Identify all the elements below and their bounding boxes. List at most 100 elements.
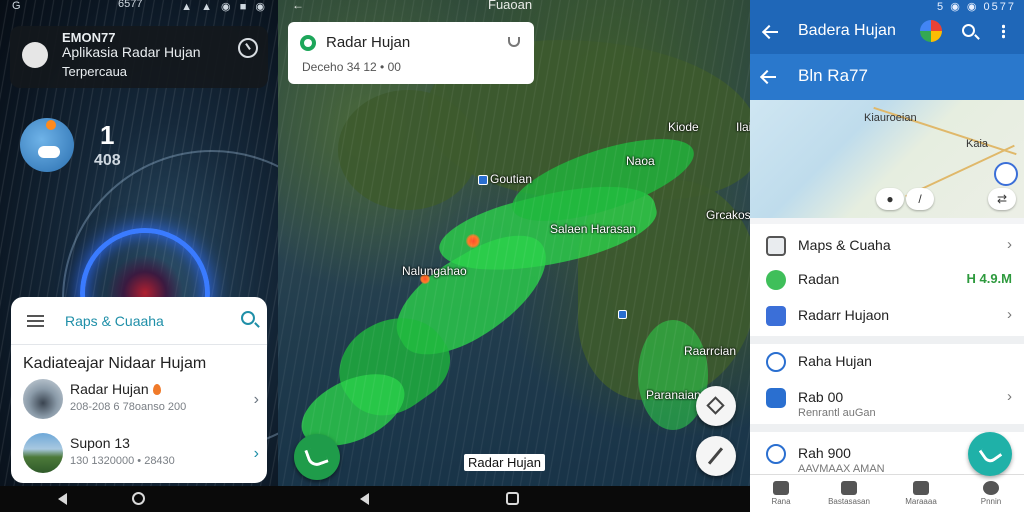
status-icons: ▲ ▲ ◉ ■ ◉ [181,1,268,13]
notification-subtext: Terpercaua [62,64,128,79]
list-item-title: Raha Hujan [798,353,872,369]
list-item-radar[interactable]: Radan H 4.9.M [750,264,1024,298]
rain-icon [766,352,786,372]
location-subtitle: Deceho 34 12 • 00 [302,60,401,74]
list-item-raha[interactable]: Raha Hujan [750,346,1024,380]
card-header: Raps & Cuaaha [11,297,267,345]
photo-icon [766,236,786,256]
divider [750,424,1024,432]
profile-icon [983,481,999,495]
notification-title: EMON77 [62,30,116,45]
mini-map[interactable]: Kiauroeian Kaia ● / ⇄ [750,100,1024,218]
share-fab[interactable] [968,432,1012,476]
more-vert-icon[interactable] [1002,24,1005,39]
map-label: Kaia [966,138,989,150]
heart-icon [913,481,929,495]
settings-icon [766,306,786,326]
map-label: Salaen Harasan [550,222,637,236]
app-notification[interactable]: EMON77 Aplikasia Radar Hujan Terpercaua [10,26,268,88]
chevron-right-icon: › [1007,388,1012,405]
radar-icon [766,270,786,290]
status-bar: ← Fuaoan [278,0,750,14]
panel-radar-map: ← Fuaoan Radar Hujan Deceho 34 12 • 00 K… [278,0,750,512]
list-item-rab[interactable]: Rab 00 Renrantl auGan › [750,382,1024,422]
search-icon[interactable] [241,311,255,325]
nav-item-profile[interactable]: Pnnin [962,481,1020,506]
locate-button[interactable] [294,434,340,480]
map-label: Nalungahao [402,264,467,278]
edit-button[interactable]: / [906,188,934,210]
map-label: Goutian [490,172,533,186]
status-center: Fuaoan [488,0,533,12]
location-title: Radar Hujan [326,34,411,51]
chevron-right-icon: › [1007,306,1012,323]
list-item-title: Radan [798,271,840,287]
chevron-right-icon: › [1007,236,1012,253]
search-icon[interactable] [962,24,975,37]
status-left: ← [292,0,304,12]
chevron-right-icon: › [253,391,259,408]
map-icon [841,481,857,495]
list-item-subtitle: Renrantl auGan [798,407,876,419]
app-card: Raps & Cuaaha Kadiateajar Nidaar Hujam R… [11,297,267,483]
list-item[interactable]: Radar Hujan 208-208 6 78oanso 200 › [23,379,259,423]
list-item-value: H 4.9.M [966,271,1012,286]
back-arrow-icon[interactable] [764,31,778,33]
back-icon[interactable] [58,493,67,505]
card-header-title: Raps & Cuaaha [65,313,164,329]
section-title: Kadiateajar Nidaar Hujam [23,355,207,372]
chevron-right-icon: › [253,445,259,462]
screenshot-collage: G 6577 ▲ ▲ ◉ ■ ◉ EMON77 Aplikasia Radar … [0,0,1024,512]
flame-icon [152,384,161,395]
nav-item-maps[interactable]: Bastasasan [820,481,878,506]
home-icon[interactable] [506,492,519,505]
nav-item-home[interactable]: Rana [752,481,810,506]
map-pin [478,175,488,185]
history-icon [766,444,786,464]
cloud-shape [38,146,60,158]
list-item-title: Supon 13 [70,435,130,451]
layers-button[interactable] [696,386,736,426]
list-item-title: Radar Hujan [70,381,161,397]
app-bar: 5 ◉ ◉ 0577 Badera Hujan [750,0,1024,60]
divider [750,336,1024,344]
status-bar: G 6577 ▲ ▲ ◉ ■ ◉ [0,0,278,14]
list-item-subtitle: 208-208 6 78oanso 200 [70,401,187,413]
map-label: Naoa [626,154,655,168]
menu-icon[interactable] [27,315,44,327]
map-label: Paranaian [646,388,701,402]
layers-icon [706,396,725,415]
list-item-maps[interactable]: Maps & Cuaha › [750,230,1024,264]
home-icon[interactable] [132,492,145,505]
list-item-title: Rah 900 [798,445,851,461]
nav-item-favorites[interactable]: Maraaaa [892,481,950,506]
status-icons: 5 ◉ ◉ 0577 [937,1,1016,13]
favorite-icon[interactable] [508,37,520,47]
back-icon[interactable] [360,493,369,505]
location-card[interactable]: Radar Hujan Deceho 34 12 • 00 [288,22,534,84]
app-logo-icon [920,20,942,42]
sub-app-bar-title: Bln Ra77 [798,66,868,85]
draw-button[interactable] [696,436,736,476]
list-item[interactable]: Supon 13 130 1320000 • 28430 › [23,433,259,477]
map-caption: Radar Hujan [464,454,545,471]
panel-home-weather: G 6577 ▲ ▲ ◉ ■ ◉ EMON77 Aplikasia Radar … [0,0,278,512]
weather-app-icon[interactable] [20,118,74,172]
sun-icon [46,120,56,130]
walk-button[interactable]: ● [876,188,904,210]
sub-app-bar: Bln Ra77 [750,54,1024,100]
weather-value-primary: 1 [100,120,115,150]
notification-text: Aplikasia Radar Hujan [62,44,201,60]
info-icon [766,388,786,408]
map-pin [618,310,627,319]
swap-button[interactable]: ⇄ [988,188,1016,210]
cloud-icon [22,42,48,68]
landscape-thumbnail [23,433,63,473]
back-arrow-icon[interactable] [762,76,776,78]
car-thumbnail [23,379,63,419]
my-location-icon[interactable] [994,162,1018,186]
list-item-radar-hujan[interactable]: Radarr Hujaon › [750,300,1024,334]
map-label: Ilaio [736,120,750,134]
heavy-rain-cell [466,234,480,248]
clock-icon[interactable] [238,38,258,58]
